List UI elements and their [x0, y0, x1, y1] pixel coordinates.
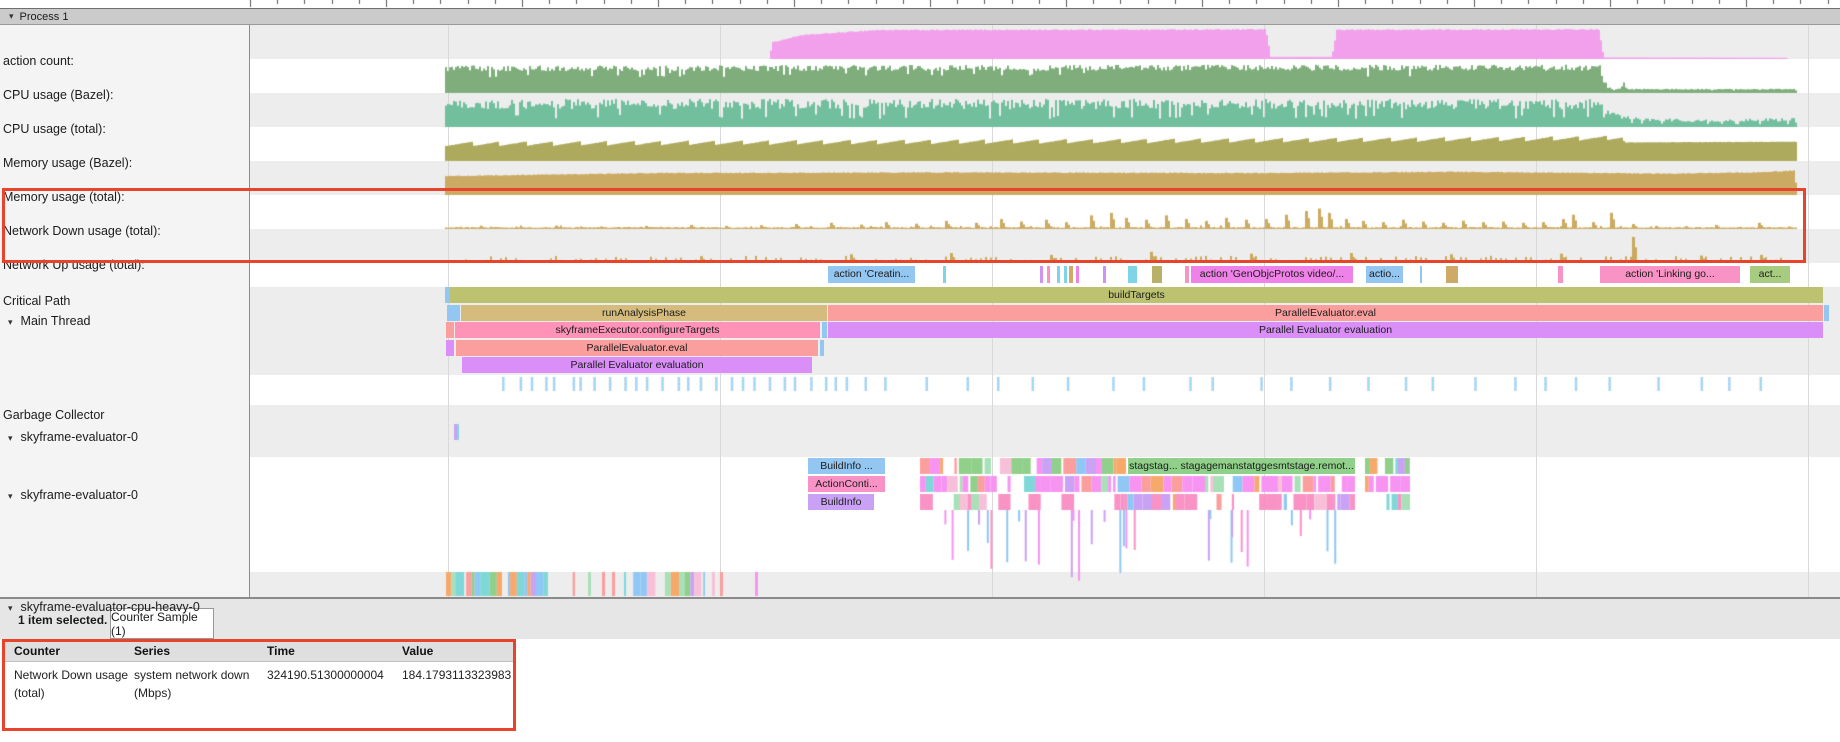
- disclosure-triangle-icon: ▾: [9, 11, 14, 22]
- critical-path-slice[interactable]: [943, 266, 946, 283]
- critical-path-slice[interactable]: [1558, 266, 1563, 283]
- sidebar-track-label: Network Up usage (total):: [3, 258, 145, 272]
- evaluator-slice[interactable]: BuildInfo ...: [808, 458, 885, 474]
- critical-path-slice[interactable]: action 'Linking go...: [1600, 266, 1740, 283]
- disclosure-triangle-icon[interactable]: ▾: [8, 491, 13, 501]
- critical-path-slice[interactable]: [1069, 266, 1073, 283]
- main-thread-slice[interactable]: [822, 322, 827, 338]
- sidebar-track-label: Garbage Collector: [3, 408, 104, 422]
- table-header-row: [5, 641, 515, 662]
- selection-status: 1 item selected.: [18, 613, 107, 627]
- cell-time: 324190.51300000004: [267, 666, 384, 684]
- track-label-text: Network Up usage (total):: [3, 258, 145, 272]
- sidebar-track-label[interactable]: ▾ skyframe-evaluator-0: [8, 430, 138, 444]
- time-ruler[interactable]: [0, 0, 1840, 8]
- main-thread-slice[interactable]: [446, 340, 454, 356]
- col-header-time[interactable]: Time: [267, 644, 295, 658]
- main-thread-slice[interactable]: Parallel Evaluator evaluation: [828, 322, 1823, 338]
- track-label-text: Main Thread: [21, 314, 91, 328]
- col-header-value[interactable]: Value: [402, 644, 433, 658]
- disclosure-triangle-icon[interactable]: ▾: [8, 433, 13, 443]
- sidebar-track-label: Memory usage (Bazel):: [3, 156, 132, 170]
- process-title: Process 1: [20, 11, 69, 23]
- critical-path-slice[interactable]: act...: [1750, 266, 1790, 283]
- main-thread-slice[interactable]: runAnalysisPhase: [461, 305, 827, 321]
- main-thread-slice[interactable]: Parallel Evaluator evaluation: [462, 357, 812, 373]
- cell-value: 184.1793113323983: [402, 666, 511, 684]
- main-thread-slice[interactable]: buildTargets: [450, 287, 1823, 303]
- disclosure-triangle-icon[interactable]: ▾: [8, 603, 13, 613]
- track-label-text: Network Down usage (total):: [3, 224, 161, 238]
- critical-path-slice[interactable]: [1064, 266, 1067, 283]
- main-thread-slice[interactable]: [1824, 305, 1829, 321]
- counter-charts-canvas[interactable]: [250, 25, 1840, 263]
- track-label-text: Memory usage (Bazel):: [3, 156, 132, 170]
- critical-path-slice[interactable]: action 'GenObjcProtos video/...: [1191, 266, 1353, 283]
- trace-viewer: ▾ Process 1 action 'Creatin... action 'Ge…: [0, 0, 1840, 742]
- critical-path-slice[interactable]: actio...: [1366, 266, 1403, 283]
- track-label-text: skyframe-evaluator-0: [21, 430, 138, 444]
- sidebar-track-label: Memory usage (total):: [3, 190, 125, 204]
- critical-path-slice[interactable]: [1420, 266, 1422, 283]
- sidebar-track-label: CPU usage (total):: [3, 122, 106, 136]
- main-thread-slice[interactable]: ParallelEvaluator.eval: [456, 340, 818, 356]
- track-label-text: Critical Path: [3, 294, 70, 308]
- cell-counter: Network Down usage (total): [14, 666, 128, 702]
- main-thread-slice[interactable]: ParallelEvaluator.eval: [828, 305, 1823, 321]
- sidebar-track-label: Critical Path: [3, 294, 70, 308]
- evaluator-slice[interactable]: ActionConti...: [808, 476, 885, 492]
- cell-series: system network down (Mbps): [134, 666, 249, 702]
- critical-path-slice[interactable]: [1103, 266, 1106, 283]
- critical-path-slice[interactable]: [1047, 266, 1050, 283]
- track-label-panel: action count: CPU usage (Bazel): CPU usage…: [0, 25, 250, 597]
- sidebar-track-label[interactable]: ▾ Main Thread: [8, 314, 90, 328]
- critical-path-slice[interactable]: action 'Creatin...: [828, 266, 915, 283]
- main-thread-slice[interactable]: [446, 322, 454, 338]
- critical-path-slice[interactable]: [1057, 266, 1060, 283]
- sidebar-track-label: CPU usage (Bazel):: [3, 88, 113, 102]
- critical-path-slice[interactable]: [1128, 266, 1137, 283]
- track-label-text: CPU usage (Bazel):: [3, 88, 113, 102]
- critical-path-slice[interactable]: [1152, 266, 1162, 283]
- disclosure-triangle-icon[interactable]: ▾: [8, 317, 13, 327]
- track-label-text: skyframe-evaluator-cpu-heavy-0: [21, 600, 200, 614]
- sidebar-track-label: Network Down usage (total):: [3, 224, 161, 238]
- evaluator-slice[interactable]: BuildInfo: [808, 494, 874, 510]
- track-label-text: CPU usage (total):: [3, 122, 106, 136]
- critical-path-slice[interactable]: [1446, 266, 1458, 283]
- sidebar-track-label: action count:: [3, 54, 74, 68]
- evaluator-slice[interactable]: stagstag... stagagemanstatggesmtstage.re…: [1128, 458, 1355, 474]
- col-header-series[interactable]: Series: [134, 644, 170, 658]
- main-thread-slice[interactable]: [820, 340, 824, 356]
- critical-path-slice[interactable]: [1185, 266, 1189, 283]
- detail-panel-tabstrip: [0, 599, 1840, 639]
- critical-path-slice[interactable]: [1040, 266, 1043, 283]
- critical-path-slice[interactable]: [1076, 266, 1079, 283]
- process-header[interactable]: ▾ Process 1: [0, 8, 1840, 25]
- col-header-counter[interactable]: Counter: [14, 644, 60, 658]
- sidebar-track-label[interactable]: ▾ skyframe-evaluator-0: [8, 488, 138, 502]
- track-label-text: action count:: [3, 54, 74, 68]
- main-thread-slice[interactable]: skyframeExecutor.configureTargets: [455, 322, 820, 338]
- main-thread-slice[interactable]: [447, 305, 460, 321]
- track-label-text: skyframe-evaluator-0: [21, 488, 138, 502]
- sidebar-track-label[interactable]: ▾ skyframe-evaluator-cpu-heavy-0: [8, 600, 200, 614]
- track-label-text: Memory usage (total):: [3, 190, 125, 204]
- track-label-text: Garbage Collector: [3, 408, 104, 422]
